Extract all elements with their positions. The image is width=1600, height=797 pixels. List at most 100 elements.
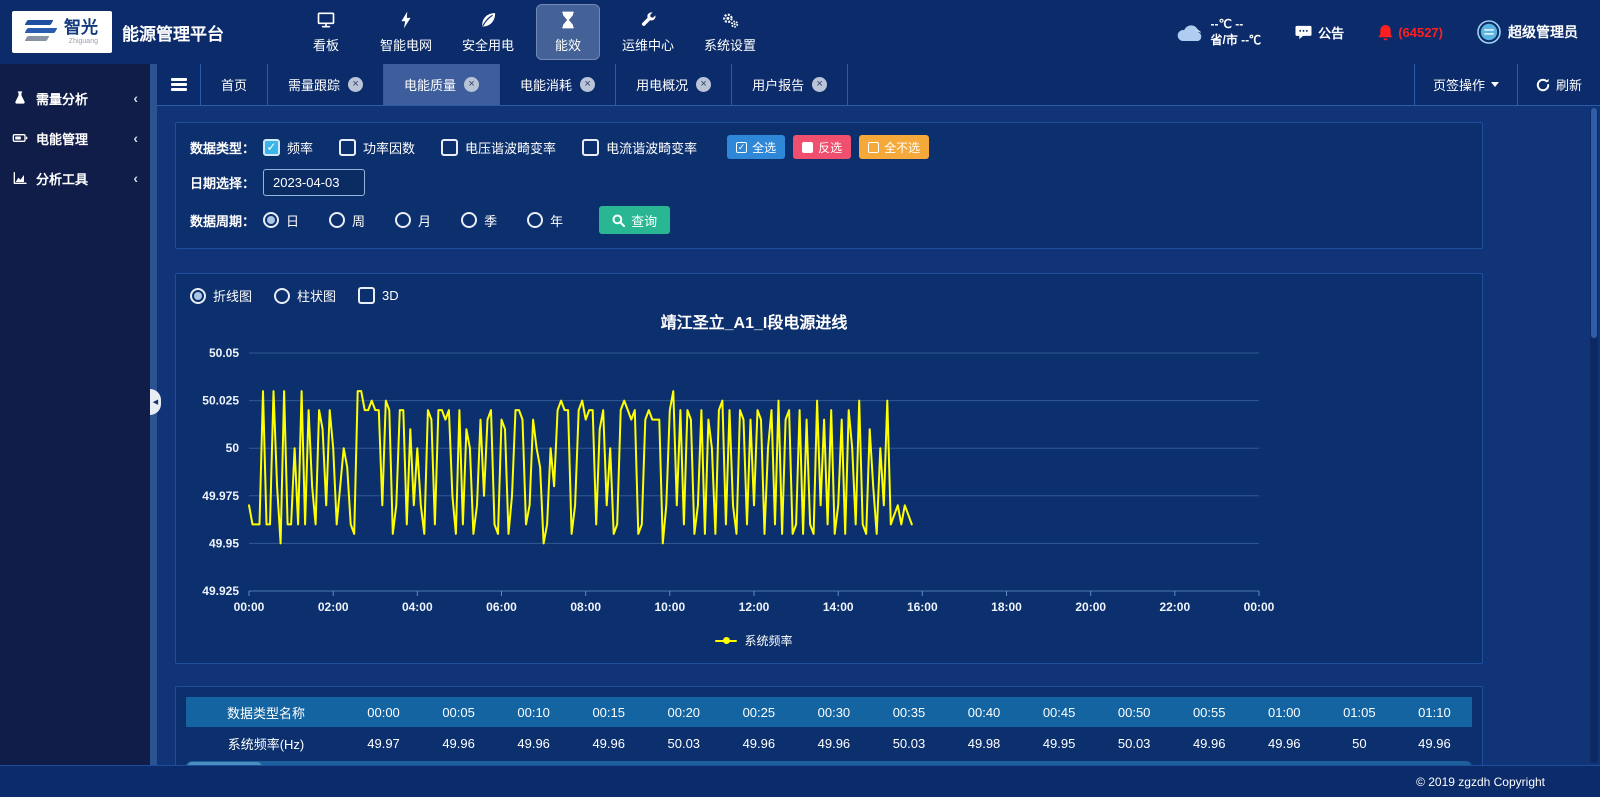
filter-button-label: 反选 — [818, 139, 842, 156]
tab-label: 电能质量 — [404, 75, 456, 94]
content-area: 数据类型： ✓频率功率因数电压谐波畸变率电流谐波畸变率 ✓全选反选全不选 日期选… — [157, 106, 1600, 765]
checkbox-icon — [358, 287, 375, 304]
tab-label: 电能消耗 — [520, 75, 572, 94]
tab-close-icon[interactable]: × — [348, 77, 363, 92]
value-cell: 49.96 — [1247, 727, 1322, 759]
period-radio-季[interactable]: 季 — [461, 211, 497, 230]
filter-button-反选[interactable]: 反选 — [793, 135, 851, 159]
tab-用电概况[interactable]: 用电概况× — [616, 64, 732, 105]
tab-close-icon[interactable]: × — [812, 77, 827, 92]
value-cell: 49.95 — [1022, 727, 1097, 759]
checkbox-频率[interactable]: ✓频率 — [263, 138, 313, 157]
svg-text:08:00: 08:00 — [570, 600, 601, 614]
tab-close-icon[interactable]: × — [464, 77, 479, 92]
table-column-header: 00:30 — [796, 697, 871, 727]
tab-label: 用户报告 — [752, 75, 804, 94]
scrollbar-thumb[interactable] — [187, 762, 262, 765]
filter-button-label: 全选 — [752, 139, 776, 156]
table-horizontal-scrollbar[interactable] — [186, 761, 1472, 765]
value-cell: 49.96 — [496, 727, 571, 759]
tabs: 首页需量跟踪×电能质量×电能消耗×用电概况×用户报告× — [201, 64, 848, 105]
checkbox-label: 电压谐波畸变率 — [465, 138, 556, 157]
bolt-icon — [396, 10, 416, 30]
row-name-cell: 系统频率(Hz) — [186, 727, 346, 759]
period-radio-日[interactable]: 日 — [263, 211, 299, 230]
nav-item-energy-efficiency[interactable]: 能效 — [536, 4, 600, 60]
svg-text:49.925: 49.925 — [202, 584, 239, 598]
chart-panel: 折线图柱状图3D 靖江圣立_A1_I段电源进线 50.0550.0255049.… — [175, 273, 1483, 664]
tab-operations-button[interactable]: 页签操作 — [1414, 64, 1517, 105]
chart-type-柱状图[interactable]: 柱状图 — [274, 286, 336, 305]
tab-close-icon[interactable]: × — [580, 77, 595, 92]
user-menu[interactable]: 超级管理员 — [1477, 20, 1578, 44]
query-button[interactable]: 查询 — [599, 206, 670, 234]
period-radio-年[interactable]: 年 — [527, 211, 563, 230]
check-square-icon: ✓ — [736, 142, 747, 153]
tab-电能消耗[interactable]: 电能消耗 × — [500, 64, 616, 105]
table-column-header: 00:20 — [646, 697, 721, 727]
svg-text:50: 50 — [226, 441, 240, 455]
svg-text:49.975: 49.975 — [202, 489, 239, 503]
value-cell: 49.96 — [796, 727, 871, 759]
value-cell: 50.03 — [646, 727, 721, 759]
tab-用户报告[interactable]: 用户报告 × — [732, 64, 848, 105]
checkbox-checked-icon: ✓ — [263, 139, 280, 156]
period-radio-label: 周 — [352, 211, 365, 230]
sidebar-item-demand-analysis[interactable]: 需量分析‹ — [0, 78, 150, 118]
refresh-icon — [1536, 78, 1550, 92]
chart-type-3D[interactable]: 3D — [358, 287, 399, 304]
frequency-line-chart[interactable]: 50.0550.0255049.97549.9549.92500:0002:00… — [190, 339, 1468, 621]
refresh-button[interactable]: 刷新 — [1517, 64, 1600, 105]
tab-close-icon[interactable]: × — [696, 77, 711, 92]
hamburger-menu-button[interactable] — [157, 64, 201, 105]
table-column-header: 00:10 — [496, 697, 571, 727]
filter-button-全不选[interactable]: 全不选 — [859, 135, 929, 159]
gears-icon — [720, 10, 740, 30]
content-vertical-scrollbar[interactable] — [1590, 108, 1598, 763]
brand-name: 智光 — [64, 19, 98, 36]
query-label: 查询 — [631, 211, 657, 230]
nav-item-smart-grid[interactable]: 智能电网 — [372, 4, 440, 60]
sidebar: 需量分析‹电能管理‹分析工具‹ — [0, 64, 150, 765]
tab-电能质量[interactable]: 电能质量 × — [384, 64, 500, 105]
chart-type-折线图[interactable]: 折线图 — [190, 286, 252, 305]
nav-item-safe-power[interactable]: 安全用电 — [454, 4, 522, 60]
nav-item-system-settings[interactable]: 系统设置 — [696, 4, 764, 60]
tab-需量跟踪[interactable]: 需量跟踪 × — [268, 64, 384, 105]
alert-counter[interactable]: (64527) — [1378, 24, 1443, 41]
checkbox-icon — [441, 139, 458, 156]
filter-button-全选[interactable]: ✓ 全选 — [727, 135, 785, 159]
flask-icon — [12, 90, 36, 106]
nav-item-label: 安全用电 — [462, 35, 514, 54]
checkbox-功率因数[interactable]: 功率因数 — [339, 138, 415, 157]
tab-首页[interactable]: 首页 — [201, 64, 268, 105]
checkbox-电压谐波畸变率[interactable]: 电压谐波畸变率 — [441, 138, 556, 157]
svg-text:16:00: 16:00 — [907, 600, 938, 614]
sidebar-item-energy-management[interactable]: 电能管理‹ — [0, 118, 150, 158]
app-header: 智光 Zhiguang 能源管理平台 看板智能电网安全用电能效运维中心系统设置 … — [0, 0, 1600, 64]
nav-item-kanban[interactable]: 看板 — [294, 4, 358, 60]
period-radio-label: 日 — [286, 211, 299, 230]
scrollbar-thumb[interactable] — [1591, 108, 1597, 338]
date-input[interactable] — [263, 169, 365, 196]
leaf-icon — [478, 10, 498, 30]
period-radio-月[interactable]: 月 — [395, 211, 431, 230]
sidebar-item-analysis-tools[interactable]: 分析工具‹ — [0, 158, 150, 198]
notice-button[interactable]: 公告 — [1295, 23, 1344, 42]
checkbox-电流谐波畸变率[interactable]: 电流谐波畸变率 — [582, 138, 697, 157]
nav-item-ops-center[interactable]: 运维中心 — [614, 4, 682, 60]
tab-label: 首页 — [221, 75, 247, 94]
cloud-icon — [1175, 21, 1205, 43]
radio-icon — [461, 212, 477, 228]
tab-label: 需量跟踪 — [288, 75, 340, 94]
app-footer: © 2019 zgzdh Copyright — [0, 765, 1600, 797]
search-icon — [612, 214, 625, 227]
period-radio-周[interactable]: 周 — [329, 211, 365, 230]
data-table-panel: 数据类型名称00:0000:0500:1000:1500:2000:2500:3… — [175, 686, 1483, 765]
radio-icon — [395, 212, 411, 228]
table-column-header: 01:10 — [1397, 697, 1472, 727]
sidebar-item-label: 需量分析 — [36, 89, 133, 108]
chart-type-controls: 折线图 柱状图 3D — [190, 286, 1468, 305]
chart-legend[interactable]: 系统频率 — [249, 626, 1259, 653]
logo-stripes-icon — [26, 19, 60, 45]
